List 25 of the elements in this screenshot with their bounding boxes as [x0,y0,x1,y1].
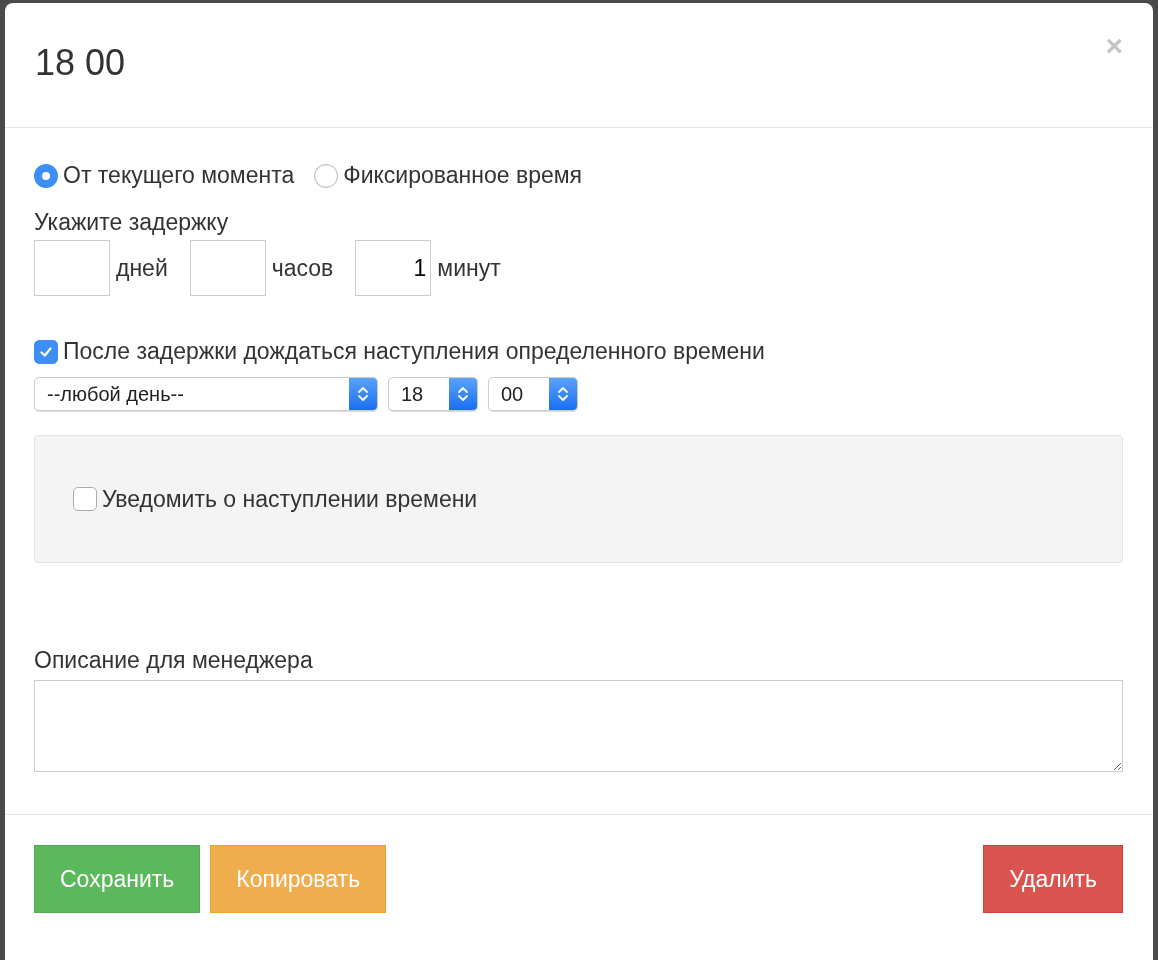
description-label: Описание для менеджера [34,647,314,674]
number-field[interactable]: 1 [355,240,432,296]
checkbox-label: Уведомить о наступлении времени [102,485,478,513]
chevron-up-down-icon [357,384,369,404]
select-dropdown[interactable]: 00 [488,377,578,411]
radio-label: От текущего момента [63,162,295,189]
unit-label: дней [116,254,168,282]
unit-label: минут [437,254,501,282]
select-dropdown[interactable]: 18 [388,377,478,411]
action-button[interactable]: Удалить [983,845,1123,913]
unit-label: часов [271,254,334,282]
number-field[interactable] [189,240,266,296]
checkbox[interactable] [34,339,58,364]
number-field[interactable] [34,240,110,296]
dialog-title: 18 00 [35,42,126,84]
checkbox[interactable] [73,487,97,511]
checkbox-label: После задержки дождаться наступления определенного времени [63,338,765,365]
radio-label: Фиксированное время [343,162,582,189]
select-dropdown[interactable]: --любой день-- [34,377,378,411]
radio-button[interactable] [314,163,339,188]
chevron-up-down-icon [557,384,569,404]
radio-button[interactable] [34,163,58,188]
chevron-up-down-icon [457,384,469,404]
delay-label: Укажите задержку [34,209,230,236]
description-field[interactable] [34,680,1123,772]
